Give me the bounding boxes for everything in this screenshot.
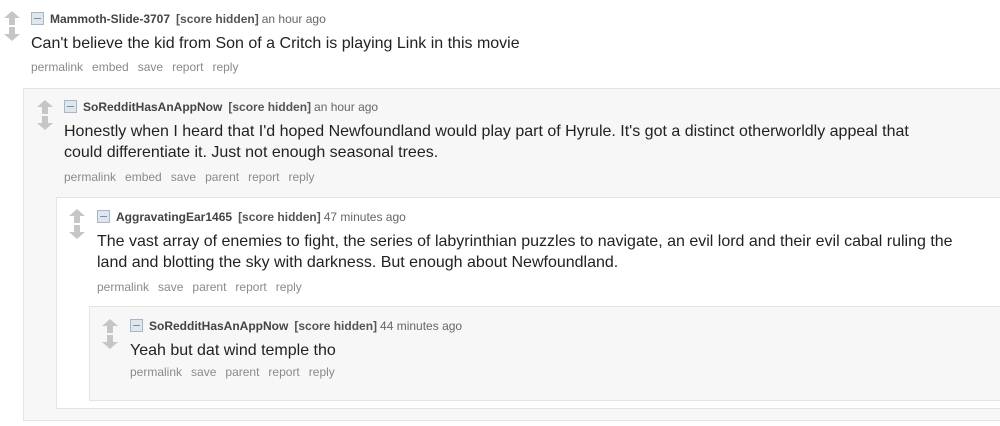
comment-timestamp[interactable]: an hour ago <box>262 12 326 26</box>
upvote-arrow-icon[interactable] <box>68 208 86 224</box>
vote-arrows <box>101 318 119 350</box>
report-link[interactable]: report <box>268 365 299 379</box>
embed-link[interactable]: embed <box>125 170 162 184</box>
comment-score: [score hidden] <box>228 100 312 114</box>
save-link[interactable]: save <box>158 280 183 294</box>
save-link[interactable]: save <box>171 170 196 184</box>
comment-score: [score hidden] <box>176 12 259 26</box>
collapse-toggle-icon[interactable] <box>31 12 44 26</box>
comment-author[interactable]: AggravatingEar1465 <box>116 210 232 224</box>
comment-reply: SoRedditHasAnAppNow [score hidden] an hour… <box>23 88 1000 421</box>
comment-score: [score hidden] <box>294 319 378 333</box>
save-link[interactable]: save <box>191 365 216 379</box>
permalink-link[interactable]: permalink <box>130 365 182 379</box>
downvote-arrow-icon[interactable] <box>3 26 21 42</box>
vote-arrows <box>36 99 54 131</box>
upvote-arrow-icon[interactable] <box>3 10 21 26</box>
comment-author[interactable]: SoRedditHasAnAppNow <box>149 319 288 333</box>
vote-arrows <box>3 10 21 42</box>
comment-timestamp[interactable]: 47 minutes ago <box>324 210 406 224</box>
parent-link[interactable]: parent <box>192 280 226 294</box>
collapse-toggle-icon[interactable] <box>97 210 110 224</box>
collapse-toggle-icon[interactable] <box>64 100 77 114</box>
comment-body: The vast array of enemies to fight, the … <box>97 233 953 271</box>
comment-author[interactable]: Mammoth-Slide-3707 <box>50 12 170 26</box>
comment-actions: permalink save parent report reply <box>130 365 344 379</box>
permalink-link[interactable]: permalink <box>31 60 83 74</box>
comment-timestamp[interactable]: an hour ago <box>314 100 378 114</box>
parent-link[interactable]: parent <box>205 170 239 184</box>
upvote-arrow-icon[interactable] <box>36 99 54 115</box>
vote-arrows <box>68 208 86 240</box>
parent-link[interactable]: parent <box>225 365 259 379</box>
report-link[interactable]: report <box>235 280 266 294</box>
reply-link[interactable]: reply <box>309 365 335 379</box>
comment-reply: SoRedditHasAnAppNow [score hidden] 44 minu… <box>89 306 1000 401</box>
upvote-arrow-icon[interactable] <box>101 318 119 334</box>
comment-body: Yeah but dat wind temple tho <box>130 342 336 359</box>
comment-score: [score hidden] <box>238 210 321 224</box>
reply-link[interactable]: reply <box>212 60 238 74</box>
permalink-link[interactable]: permalink <box>64 170 116 184</box>
comment-author[interactable]: SoRedditHasAnAppNow <box>83 100 222 114</box>
report-link[interactable]: report <box>248 170 279 184</box>
permalink-link[interactable]: permalink <box>97 280 149 294</box>
reply-link[interactable]: reply <box>276 280 302 294</box>
comment-tagline: SoRedditHasAnAppNow [score hidden] 44 minu… <box>130 319 462 333</box>
downvote-arrow-icon[interactable] <box>36 115 54 131</box>
reply-link[interactable]: reply <box>288 170 314 184</box>
comment-tagline: Mammoth-Slide-3707 [score hidden] an hour … <box>31 12 326 26</box>
comment-actions: permalink embed save report reply <box>31 60 247 74</box>
collapse-toggle-icon[interactable] <box>130 319 143 333</box>
comment-timestamp[interactable]: 44 minutes ago <box>380 319 462 333</box>
save-link[interactable]: save <box>138 60 163 74</box>
comment-tagline: SoRedditHasAnAppNow [score hidden] an hour… <box>64 100 378 114</box>
comment-body: Can't believe the kid from Son of a Crit… <box>31 35 520 52</box>
downvote-arrow-icon[interactable] <box>101 334 119 350</box>
comment-tagline: AggravatingEar1465 [score hidden] 47 minut… <box>97 210 406 224</box>
downvote-arrow-icon[interactable] <box>68 224 86 240</box>
comment-reply: AggravatingEar1465 [score hidden] 47 minut… <box>56 197 1000 409</box>
comment-actions: permalink save parent report reply <box>97 280 311 294</box>
comment-actions: permalink embed save parent report reply <box>64 170 324 184</box>
report-link[interactable]: report <box>172 60 203 74</box>
embed-link[interactable]: embed <box>92 60 129 74</box>
comment-body: Honestly when I heard that I'd hoped New… <box>64 123 909 161</box>
